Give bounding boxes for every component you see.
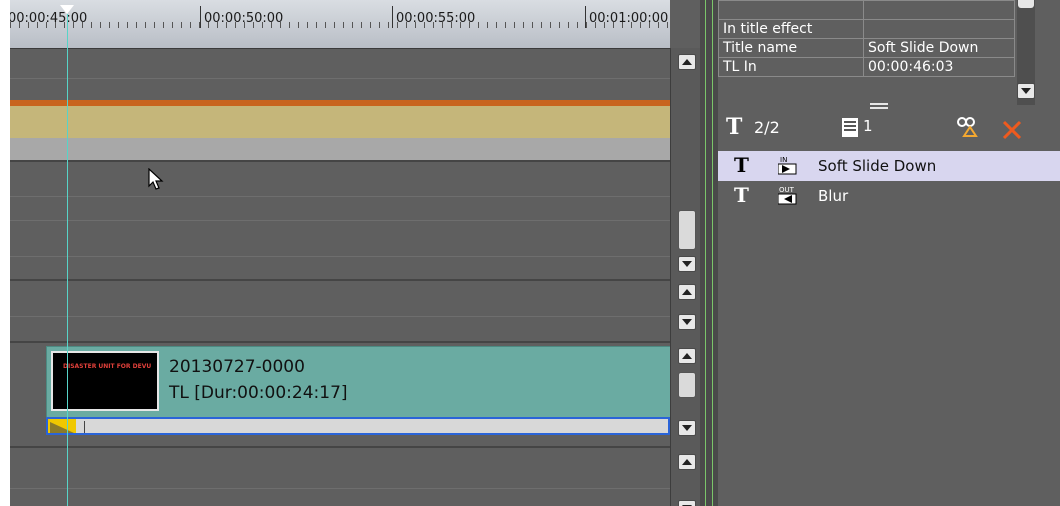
scroll-thumb[interactable] (678, 210, 696, 250)
property-value: Soft Slide Down (863, 38, 1015, 58)
title-clip-track[interactable] (10, 106, 670, 138)
property-label: Title name (718, 38, 864, 58)
video-clip[interactable]: DISASTER UNIT FOR DEVU 20130727-0000 TL … (46, 346, 672, 418)
table-row[interactable]: In title effect (718, 19, 1015, 39)
arrow-up-icon (682, 289, 692, 295)
scroll-down-button[interactable] (1017, 83, 1035, 99)
arrow-down-icon (682, 261, 692, 267)
track-separator (10, 341, 670, 343)
arrow-up-icon (682, 59, 692, 65)
transition-wedge-icon (50, 422, 74, 433)
effects-toolbar: T 2/2 1 (718, 114, 1060, 146)
track-separator (10, 446, 670, 448)
scroll-down-button[interactable] (678, 314, 696, 330)
svg-text:OUT: OUT (779, 186, 795, 194)
clip-transition-marker[interactable] (48, 419, 76, 433)
track-icon[interactable] (842, 118, 858, 137)
property-label (718, 0, 864, 20)
ruler-major-tick (585, 6, 586, 28)
title-T-icon: T (726, 114, 743, 140)
in-effect-icon: IN (778, 156, 797, 175)
effect-settings-icon[interactable] (956, 115, 980, 143)
arrow-up-icon (682, 459, 692, 465)
table-row[interactable]: Title name Soft Slide Down (718, 38, 1015, 58)
ruler-label: 00:00:50:00 (204, 11, 284, 26)
clip-duration: TL [Dur:00:00:24:17] (169, 383, 348, 403)
property-label: TL In (718, 57, 864, 77)
track-divider (10, 78, 670, 79)
splitter-line (712, 0, 713, 506)
arrow-down-icon (1021, 88, 1031, 94)
scroll-down-button[interactable] (678, 420, 696, 436)
title-T-icon: T (734, 153, 749, 177)
properties-table: In title effect Title name Soft Slide Do… (718, 0, 1015, 77)
scroll-thumb[interactable] (678, 372, 696, 398)
title-effect-panel: In title effect Title name Soft Slide Do… (718, 0, 1060, 506)
resize-grip[interactable] (870, 103, 888, 109)
track-divider (10, 488, 670, 489)
property-label: In title effect (718, 19, 864, 39)
timeline-vertical-scroll[interactable] (670, 48, 700, 506)
ruler-major-tick (200, 6, 201, 28)
ruler-label: 00:00:55:00 (396, 11, 476, 26)
track-separator (10, 279, 670, 281)
track-icon-stripe (844, 129, 856, 131)
scroll-up-button[interactable] (678, 454, 696, 470)
track-divider (10, 316, 670, 317)
arrow-down-icon (682, 425, 692, 431)
title-count: 2/2 (754, 118, 780, 137)
playhead-handle[interactable] (60, 5, 74, 14)
playhead-line[interactable] (67, 14, 68, 506)
track-number: 1 (863, 117, 873, 135)
effect-settings-glyph (957, 117, 978, 137)
list-item[interactable]: T IN Soft Slide Down (718, 151, 1060, 181)
close-x-icon (1002, 120, 1022, 140)
panel-splitter[interactable] (700, 0, 718, 506)
clip-bar-marker (84, 421, 85, 433)
title-clip-lower[interactable] (10, 138, 670, 160)
arrow-up-icon (682, 353, 692, 359)
scroll-thumb[interactable] (1018, 0, 1034, 8)
properties-scrollbar[interactable] (1017, 0, 1035, 105)
splitter-line (705, 0, 706, 506)
thumbnail-text: DISASTER UNIT FOR DEVU (63, 363, 152, 370)
title-T-icon: T (734, 183, 749, 207)
effect-name: Blur (818, 187, 849, 205)
ruler-label: 00:01:00:00 (589, 11, 669, 26)
track-divider (10, 256, 670, 257)
timeline-area[interactable]: 00:00:45:00 00:00:50:00 00:00:55:00 00:0… (10, 0, 700, 506)
clip-audio-bar[interactable] (46, 417, 670, 435)
clip-name: 20130727-0000 (169, 357, 305, 377)
ruler-major-tick (392, 6, 393, 28)
list-item[interactable]: T OUT Blur (718, 181, 1060, 211)
ruler-minor-ticks (10, 22, 670, 28)
scroll-down-button[interactable] (678, 500, 696, 506)
ruler-label: 00:00:45:00 (10, 11, 88, 26)
table-row[interactable] (718, 0, 1015, 20)
property-value (863, 0, 1015, 20)
scroll-up-button[interactable] (678, 284, 696, 300)
svg-text:IN: IN (780, 156, 787, 164)
track-divider (10, 196, 670, 197)
track-separator (10, 160, 670, 162)
table-row[interactable]: TL In 00:00:46:03 (718, 57, 1015, 77)
scroll-down-button[interactable] (678, 256, 696, 272)
property-value (863, 19, 1015, 39)
track-icon-stripe (844, 125, 856, 127)
track-divider (10, 220, 670, 221)
track-icon-stripe (844, 121, 856, 123)
time-ruler[interactable]: 00:00:45:00 00:00:50:00 00:00:55:00 00:0… (10, 0, 670, 49)
arrow-down-icon (682, 319, 692, 325)
property-value: 00:00:46:03 (863, 57, 1015, 77)
out-effect-icon: OUT (778, 186, 797, 205)
scroll-up-button[interactable] (678, 348, 696, 364)
mouse-pointer-icon (148, 168, 164, 190)
scroll-up-button[interactable] (678, 54, 696, 70)
effect-name: Soft Slide Down (818, 157, 937, 175)
